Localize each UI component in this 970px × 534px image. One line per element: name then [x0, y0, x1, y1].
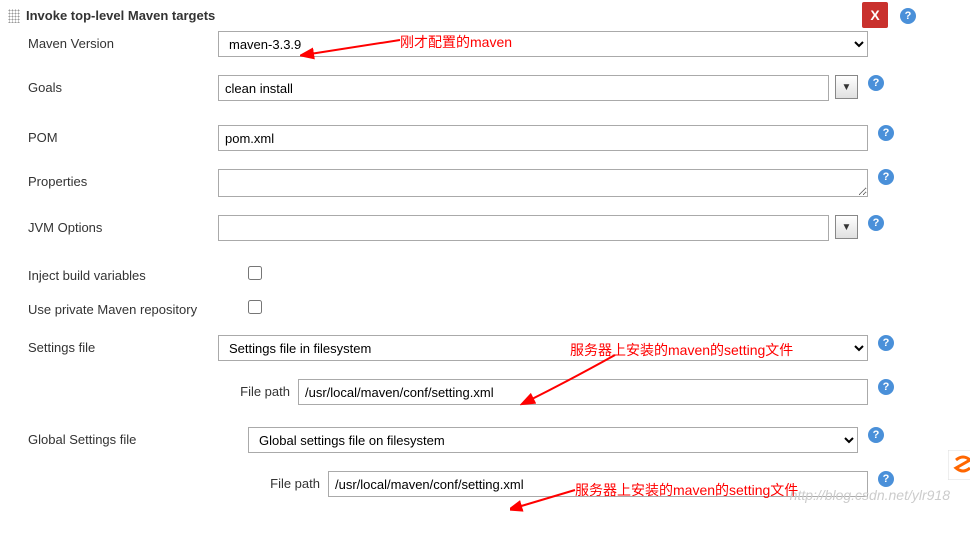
- close-button[interactable]: X: [862, 2, 888, 28]
- global-path-label: File path: [248, 471, 328, 491]
- help-icon[interactable]: ?: [868, 215, 884, 231]
- sogou-icon: [948, 450, 970, 480]
- maven-version-select[interactable]: maven-3.3.9: [218, 31, 868, 57]
- settings-path-label: File path: [218, 379, 298, 399]
- goals-label: Goals: [28, 75, 218, 95]
- help-icon[interactable]: ?: [878, 379, 894, 395]
- section-header: Invoke top-level Maven targets X ?: [8, 4, 970, 31]
- settings-file-select[interactable]: Settings file in filesystem: [218, 335, 868, 361]
- properties-textarea[interactable]: [218, 169, 868, 197]
- help-icon[interactable]: ?: [868, 75, 884, 91]
- help-icon[interactable]: ?: [868, 427, 884, 443]
- global-path-input[interactable]: [328, 471, 868, 497]
- settings-path-input[interactable]: [298, 379, 868, 405]
- inject-build-label: Inject build variables: [28, 263, 248, 283]
- goals-input[interactable]: [218, 75, 829, 101]
- pom-input[interactable]: [218, 125, 868, 151]
- global-settings-label: Global Settings file: [28, 427, 218, 447]
- help-icon[interactable]: ?: [878, 335, 894, 351]
- advanced-toggle-button[interactable]: ▼: [835, 215, 858, 239]
- section-title: Invoke top-level Maven targets: [26, 8, 215, 23]
- maven-version-label: Maven Version: [28, 31, 218, 51]
- watermark-text: http://blog.csdn.net/ylr918: [790, 487, 950, 503]
- inject-build-checkbox[interactable]: [248, 266, 262, 280]
- private-repo-label: Use private Maven repository: [28, 297, 248, 317]
- help-icon[interactable]: ?: [878, 125, 894, 141]
- help-icon[interactable]: ?: [878, 169, 894, 185]
- pom-label: POM: [28, 125, 218, 145]
- drag-handle-icon[interactable]: [8, 9, 20, 23]
- jvm-options-input[interactable]: [218, 215, 829, 241]
- advanced-toggle-button[interactable]: ▼: [835, 75, 858, 99]
- settings-file-label: Settings file: [28, 335, 218, 355]
- private-repo-checkbox[interactable]: [248, 300, 262, 314]
- jvm-options-label: JVM Options: [28, 215, 218, 235]
- help-icon[interactable]: ?: [878, 471, 894, 487]
- help-icon[interactable]: ?: [900, 8, 916, 24]
- properties-label: Properties: [28, 169, 218, 189]
- global-settings-select[interactable]: Global settings file on filesystem: [248, 427, 858, 453]
